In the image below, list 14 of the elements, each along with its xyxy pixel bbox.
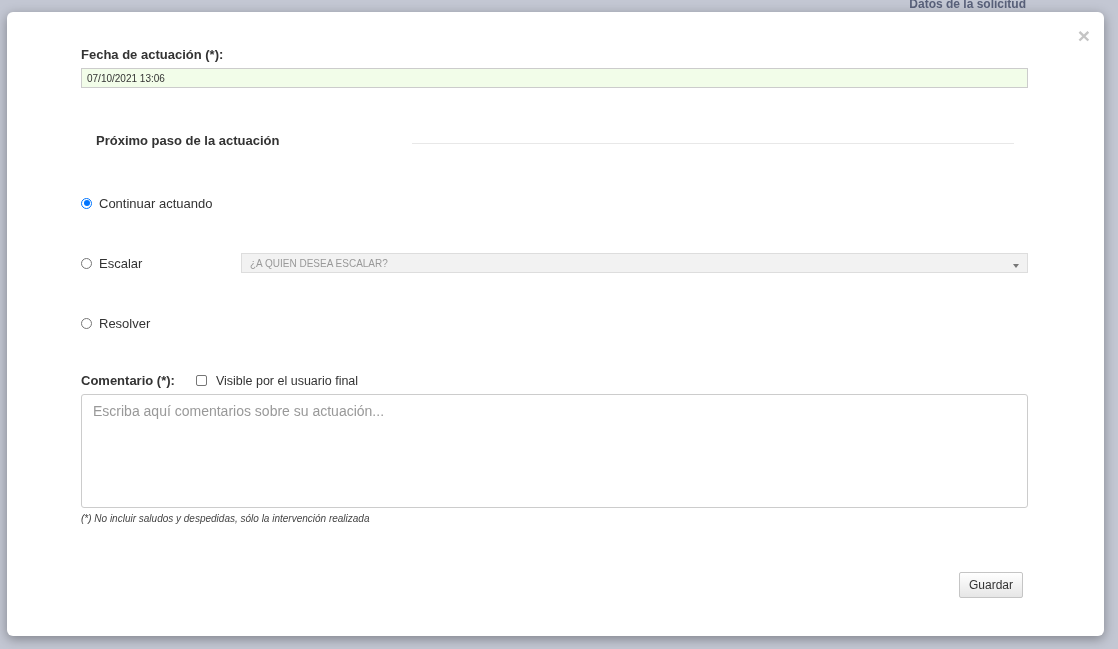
checkbox-label: Visible por el usuario final	[215, 373, 359, 388]
option-label: Resolver	[99, 315, 152, 331]
field-label: Fecha de actuación (*):	[81, 47, 225, 62]
option-label: Continuar actuando	[99, 195, 214, 211]
field-label: Comentario (*):	[81, 373, 175, 388]
checkbox[interactable]	[195, 375, 207, 386]
section-title: Próximo paso de la actuación	[96, 133, 280, 148]
save-button[interactable]: Guardar	[958, 572, 1023, 598]
caret-icon	[1013, 263, 1019, 268]
date-field[interactable]: 07/10/2021 13:06	[81, 68, 1028, 88]
panel-title: Datos de la solicitud	[909, 0, 1026, 10]
option-label: Escalar	[99, 255, 144, 271]
hint-text: (*) No incluir saludos y despedidas, sólo la intervención realizada	[81, 513, 371, 524]
comment-field[interactable]: Escriba aquí comentarios sobre su actuación...	[81, 394, 1028, 508]
